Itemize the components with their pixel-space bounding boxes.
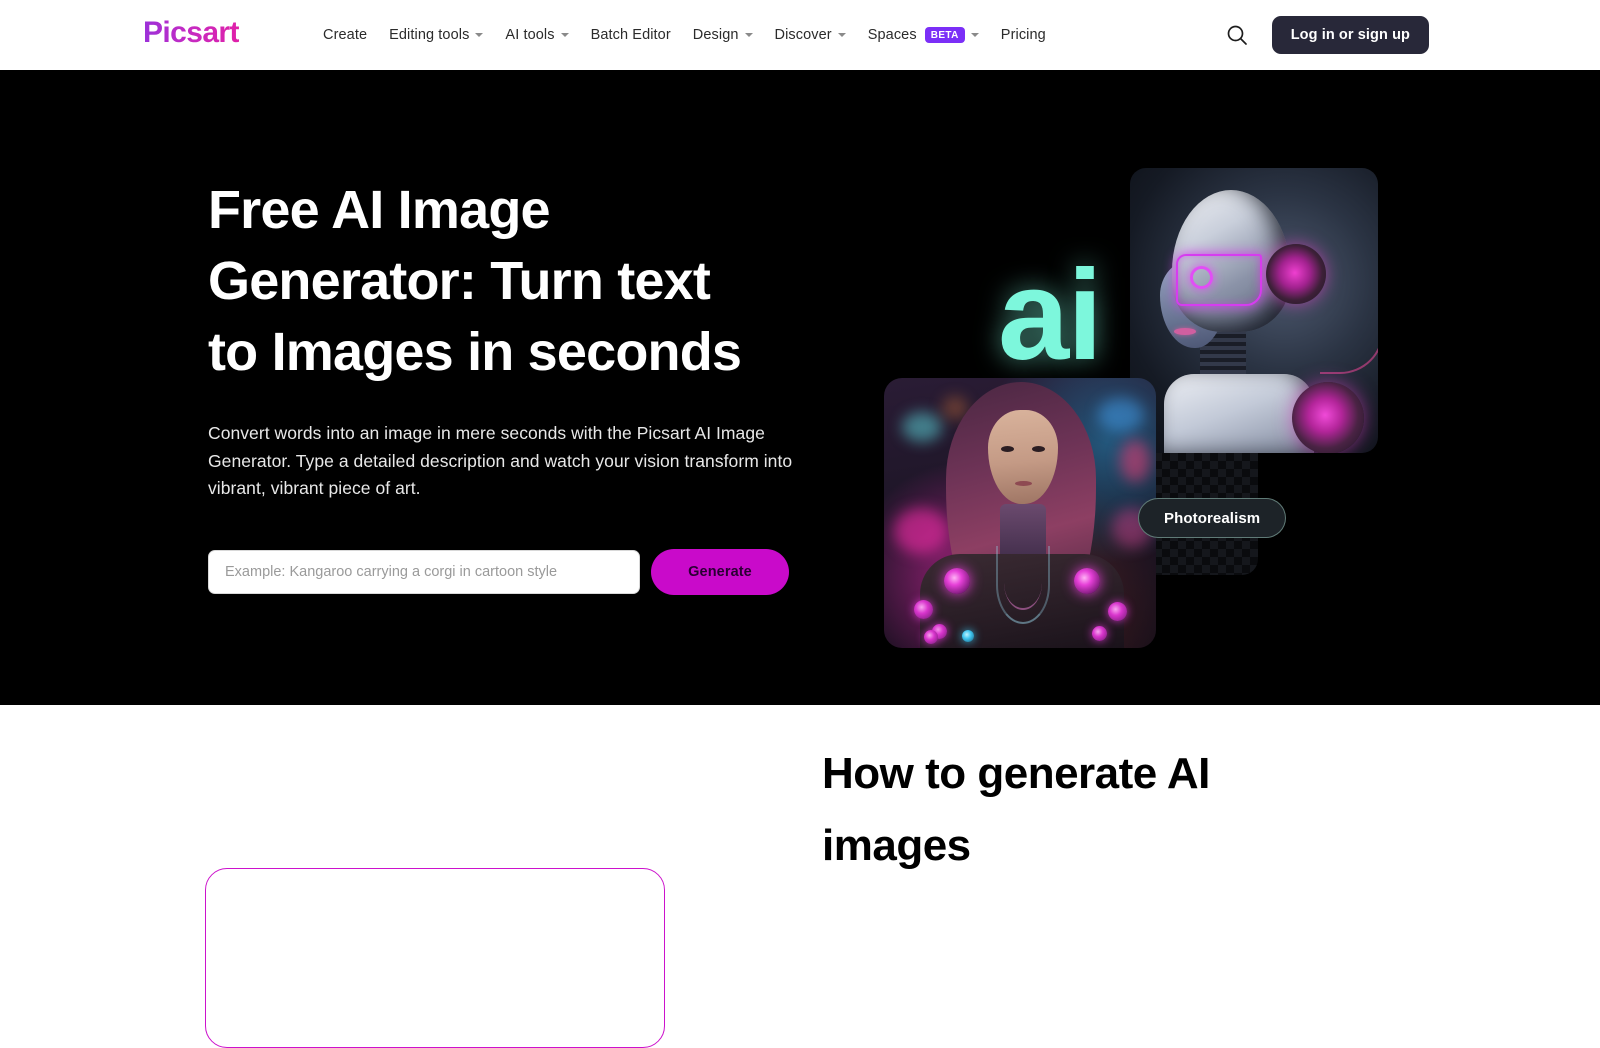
neon-orb xyxy=(944,568,970,594)
header-actions: Log in or sign up xyxy=(1220,0,1600,70)
robot-headphone xyxy=(1266,244,1326,304)
how-to-title: How to generate AI images xyxy=(822,749,1210,870)
portrait-image xyxy=(884,378,1156,648)
style-pill-photorealism[interactable]: Photorealism xyxy=(1138,498,1287,538)
site-header: Picsart Create Editing tools AI tools Ba… xyxy=(0,0,1600,70)
portrait-eye xyxy=(1001,446,1014,452)
robot-image xyxy=(1130,168,1378,453)
robot-lips xyxy=(1174,328,1196,335)
nav-item-spaces[interactable]: Spaces BETA xyxy=(857,21,990,49)
chevron-down-icon xyxy=(475,33,484,37)
neon-orb xyxy=(924,630,938,644)
portrait-mouth xyxy=(1015,481,1032,486)
bokeh-light xyxy=(902,412,942,442)
neon-orb xyxy=(1074,568,1100,594)
nav-item-label: Batch Editor xyxy=(590,27,671,43)
chevron-down-icon xyxy=(837,33,846,37)
main-navigation: Create Editing tools AI tools Batch Edit… xyxy=(312,0,1057,70)
login-signup-button[interactable]: Log in or sign up xyxy=(1271,16,1429,54)
chevron-down-icon xyxy=(560,33,569,37)
hero-subtitle: Convert words into an image in mere seco… xyxy=(208,423,793,498)
step-card[interactable] xyxy=(205,868,665,1048)
neon-orb xyxy=(962,630,974,642)
search-icon xyxy=(1227,25,1247,45)
nav-item-label: Editing tools xyxy=(389,27,470,43)
chevron-down-icon xyxy=(744,33,753,37)
robot-visor xyxy=(1176,254,1262,306)
nav-item-label: Pricing xyxy=(1000,27,1046,43)
hero-copy: Free AI Image Generator: Turn text to Im… xyxy=(208,175,828,595)
prompt-form: Generate xyxy=(208,548,828,595)
search-button[interactable] xyxy=(1220,18,1254,52)
nav-item-editing-tools[interactable]: Editing tools xyxy=(378,21,494,49)
nav-item-discover[interactable]: Discover xyxy=(764,21,857,49)
nav-item-label: Design xyxy=(692,27,739,43)
portrait-necklace xyxy=(1004,556,1042,610)
nav-item-create[interactable]: Create xyxy=(312,21,378,49)
chevron-down-icon xyxy=(970,33,979,37)
style-pill-label: Photorealism xyxy=(1164,509,1261,527)
nav-item-label: Spaces xyxy=(867,27,917,43)
nav-item-batch-editor[interactable]: Batch Editor xyxy=(580,21,682,49)
robot-cable xyxy=(1320,278,1378,374)
beta-badge: BETA xyxy=(924,27,965,43)
bokeh-light xyxy=(894,508,948,554)
how-to-section: How to generate AI images xyxy=(0,705,1600,1048)
hero-section: Free AI Image Generator: Turn text to Im… xyxy=(0,70,1600,705)
generate-button[interactable]: Generate xyxy=(651,548,789,595)
nav-item-design[interactable]: Design xyxy=(682,21,764,49)
nav-item-label: Discover xyxy=(774,27,832,43)
neon-orb xyxy=(1092,626,1107,641)
robot-eye xyxy=(1190,266,1213,289)
robot-shoulder xyxy=(1292,382,1364,453)
bokeh-light xyxy=(1120,440,1150,482)
page-title: Free AI Image Generator: Turn text to Im… xyxy=(208,180,742,382)
nav-item-pricing[interactable]: Pricing xyxy=(990,21,1057,49)
nav-item-label: Create xyxy=(323,27,368,43)
bokeh-light xyxy=(1098,398,1144,432)
ai-wordmark: ai xyxy=(998,244,1103,387)
portrait-eye xyxy=(1032,446,1045,452)
nav-item-label: AI tools xyxy=(505,27,555,43)
neon-orb xyxy=(914,600,933,619)
hero-artwork: ai Photorealism xyxy=(880,160,1400,670)
neon-orb xyxy=(1108,602,1127,621)
nav-item-ai-tools[interactable]: AI tools xyxy=(494,21,579,49)
picsart-logo[interactable]: Picsart xyxy=(143,16,239,50)
prompt-input[interactable] xyxy=(208,549,640,594)
